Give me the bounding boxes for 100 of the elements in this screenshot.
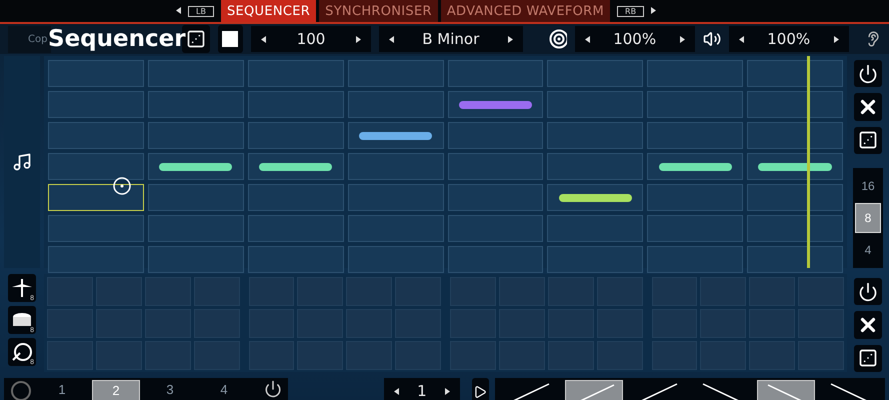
grid-cell[interactable] xyxy=(547,122,644,149)
page-tab[interactable]: 4 xyxy=(200,380,248,400)
grid-cell[interactable] xyxy=(547,153,644,180)
grid-cell[interactable] xyxy=(248,122,344,149)
grid-cell[interactable] xyxy=(448,215,544,242)
left-arrow-icon[interactable] xyxy=(738,36,744,42)
grid-cell[interactable] xyxy=(248,91,344,118)
right-arrow-icon[interactable] xyxy=(508,36,513,42)
grid-cell[interactable] xyxy=(48,153,144,180)
right-arrow-icon[interactable] xyxy=(680,36,685,42)
power-button[interactable] xyxy=(854,60,882,88)
grid-cell[interactable] xyxy=(448,91,544,118)
intensity-stepper[interactable]: 100% xyxy=(574,26,695,52)
key-stepper[interactable]: B Minor xyxy=(378,26,523,52)
grid-cell[interactable] xyxy=(547,60,644,87)
note-bar[interactable] xyxy=(358,132,432,140)
grid-cell[interactable] xyxy=(148,60,244,87)
grid-cell[interactable] xyxy=(48,246,144,273)
grid-cell[interactable] xyxy=(48,91,144,118)
grid-cell[interactable] xyxy=(547,91,644,118)
grid-cell[interactable] xyxy=(348,184,444,211)
grid-cell[interactable] xyxy=(747,215,843,242)
resolution-option[interactable]: 4 xyxy=(855,234,881,265)
grid-cell[interactable] xyxy=(448,184,544,211)
grid-cell[interactable] xyxy=(747,91,843,118)
grid-cell[interactable] xyxy=(747,246,843,273)
grid-cell[interactable] xyxy=(148,91,244,118)
tab[interactable]: SYNCHRONISER xyxy=(319,0,438,22)
grid-cell[interactable] xyxy=(747,153,843,180)
grid-cell[interactable] xyxy=(647,246,744,273)
volume-stepper[interactable]: 100% xyxy=(728,26,849,52)
tempo-stepper[interactable]: 100 xyxy=(251,26,371,52)
grid-cell[interactable] xyxy=(448,246,544,273)
close-button[interactable] xyxy=(854,311,882,339)
grid-cell[interactable] xyxy=(148,184,244,211)
power-button[interactable] xyxy=(854,278,882,306)
grid-cell[interactable] xyxy=(448,153,544,180)
grid-cell[interactable] xyxy=(747,184,843,211)
grid-cell[interactable] xyxy=(647,215,744,242)
tempo-value: 100 xyxy=(296,30,326,48)
grid-cell[interactable] xyxy=(248,60,344,87)
right-arrow-icon[interactable] xyxy=(356,36,361,42)
grid-cell[interactable] xyxy=(248,215,344,242)
grid-cell[interactable] xyxy=(647,153,744,180)
note-bar[interactable] xyxy=(458,100,532,108)
grid-cell[interactable] xyxy=(348,122,444,149)
close-button[interactable] xyxy=(854,93,882,121)
play-button[interactable] xyxy=(472,378,489,400)
shoulder-button-hint: RB xyxy=(617,6,644,16)
left-arrow-icon[interactable] xyxy=(394,388,399,394)
randomize-button[interactable] xyxy=(854,344,882,372)
grid-cell[interactable] xyxy=(348,91,444,118)
grid-cell[interactable] xyxy=(547,246,644,273)
grid-cell[interactable] xyxy=(448,122,544,149)
target-icon xyxy=(548,29,567,49)
grid-cell[interactable] xyxy=(547,215,644,242)
grid-cell[interactable] xyxy=(747,122,843,149)
grid-cell[interactable] xyxy=(547,184,644,211)
grid-cell[interactable] xyxy=(48,60,144,87)
grid-cell[interactable] xyxy=(48,215,144,242)
grid-cell[interactable] xyxy=(647,122,744,149)
intensity-value: 100% xyxy=(613,30,656,48)
stop-button[interactable] xyxy=(218,25,244,53)
left-arrow-icon[interactable] xyxy=(584,36,590,42)
grid-cell[interactable] xyxy=(348,153,444,180)
grid-cell[interactable] xyxy=(48,122,144,149)
grid-cell[interactable] xyxy=(747,60,843,87)
grid-cell[interactable] xyxy=(248,184,344,211)
right-arrow-icon[interactable] xyxy=(444,388,450,394)
grid-cell[interactable] xyxy=(647,91,744,118)
randomize-button[interactable] xyxy=(854,126,882,154)
grid-cell[interactable] xyxy=(448,60,544,87)
note-bar[interactable] xyxy=(259,162,332,170)
grid-cell[interactable] xyxy=(148,215,244,242)
grid-cell[interactable] xyxy=(348,246,444,273)
grid-cell[interactable] xyxy=(647,60,744,87)
grid-cell[interactable] xyxy=(148,246,244,273)
power-icon[interactable] xyxy=(264,380,282,398)
grid-cell[interactable] xyxy=(248,153,344,180)
grid-cell[interactable] xyxy=(148,153,244,180)
right-arrow-icon[interactable] xyxy=(834,36,839,42)
grid-cell[interactable] xyxy=(248,246,344,273)
bar-stepper[interactable]: 1 xyxy=(384,378,460,400)
note-bar[interactable] xyxy=(558,194,632,202)
page-tab[interactable]: 3 xyxy=(146,380,194,400)
note-bar[interactable] xyxy=(758,162,832,170)
note-bar[interactable] xyxy=(658,162,732,170)
note-bar[interactable] xyxy=(159,162,232,170)
left-arrow-icon xyxy=(176,6,181,16)
left-arrow-icon[interactable] xyxy=(261,36,266,42)
tab[interactable]: ADVANCED WAVEFORM xyxy=(440,0,610,22)
bar-value: 1 xyxy=(417,382,427,400)
page-tab[interactable]: 1 xyxy=(38,380,86,400)
left-arrow-icon[interactable] xyxy=(388,36,394,42)
grid-cell[interactable] xyxy=(148,122,244,149)
grid-cell[interactable] xyxy=(647,184,744,211)
resolution-option[interactable]: 16 xyxy=(855,170,881,201)
tab[interactable]: SEQUENCER xyxy=(220,0,316,22)
grid-cell[interactable] xyxy=(348,215,444,242)
grid-cell[interactable] xyxy=(348,60,444,87)
